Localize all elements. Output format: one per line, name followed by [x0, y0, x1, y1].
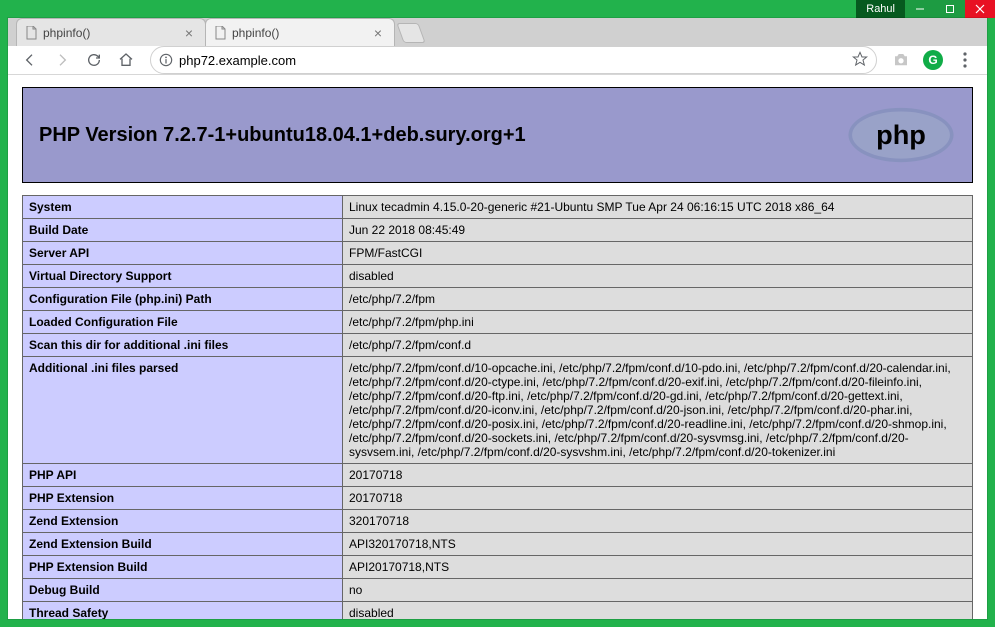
- file-icon: [214, 26, 226, 40]
- phpinfo-header: PHP Version 7.2.7-1+ubuntu18.04.1+deb.su…: [22, 87, 973, 183]
- phpinfo-key: Server API: [23, 242, 343, 265]
- php-version-heading: PHP Version 7.2.7-1+ubuntu18.04.1+deb.su…: [39, 124, 526, 147]
- window-close-button[interactable]: [965, 0, 995, 18]
- phpinfo-key: Scan this dir for additional .ini files: [23, 334, 343, 357]
- phpinfo-value: FPM/FastCGI: [343, 242, 973, 265]
- viewport-wrapper: PHP Version 7.2.7-1+ubuntu18.04.1+deb.su…: [8, 75, 987, 619]
- phpinfo-value: /etc/php/7.2/fpm/conf.d: [343, 334, 973, 357]
- browser-tab-0[interactable]: phpinfo() ×: [16, 18, 206, 46]
- browser-tab-1[interactable]: phpinfo() ×: [205, 18, 395, 46]
- window-titlebar: Rahul: [0, 0, 995, 18]
- table-row: Scan this dir for additional .ini files/…: [23, 334, 973, 357]
- reload-button[interactable]: [80, 46, 108, 74]
- url-host: php72.example.com: [179, 53, 296, 68]
- phpinfo-value: API20170718,NTS: [343, 556, 973, 579]
- phpinfo-value: /etc/php/7.2/fpm/conf.d/10-opcache.ini, …: [343, 357, 973, 464]
- phpinfo-value: disabled: [343, 265, 973, 288]
- phpinfo-value: no: [343, 579, 973, 602]
- tab-close-icon[interactable]: ×: [181, 25, 197, 41]
- page-viewport[interactable]: PHP Version 7.2.7-1+ubuntu18.04.1+deb.su…: [8, 75, 987, 619]
- phpinfo-key: System: [23, 196, 343, 219]
- table-row: Server APIFPM/FastCGI: [23, 242, 973, 265]
- php-logo-icon: php: [846, 106, 956, 164]
- table-row: SystemLinux tecadmin 4.15.0-20-generic #…: [23, 196, 973, 219]
- bookmark-star-icon[interactable]: [852, 51, 868, 70]
- phpinfo-value: /etc/php/7.2/fpm: [343, 288, 973, 311]
- table-row: Thread Safetydisabled: [23, 602, 973, 620]
- phpinfo-key: Configuration File (php.ini) Path: [23, 288, 343, 311]
- phpinfo-key: PHP API: [23, 464, 343, 487]
- phpinfo-key: Thread Safety: [23, 602, 343, 620]
- phpinfo-value: 20170718: [343, 487, 973, 510]
- forward-button[interactable]: [48, 46, 76, 74]
- tab-close-icon[interactable]: ×: [370, 25, 386, 41]
- table-row: Debug Buildno: [23, 579, 973, 602]
- phpinfo-key: Additional .ini files parsed: [23, 357, 343, 464]
- phpinfo-value: 320170718: [343, 510, 973, 533]
- phpinfo-table: SystemLinux tecadmin 4.15.0-20-generic #…: [22, 195, 973, 619]
- phpinfo-value: /etc/php/7.2/fpm/php.ini: [343, 311, 973, 334]
- table-row: PHP Extension BuildAPI20170718,NTS: [23, 556, 973, 579]
- tab-strip: phpinfo() × phpinfo() ×: [8, 18, 987, 46]
- home-button[interactable]: [112, 46, 140, 74]
- table-row: Additional .ini files parsed/etc/php/7.2…: [23, 357, 973, 464]
- phpinfo-key: Debug Build: [23, 579, 343, 602]
- phpinfo-value: 20170718: [343, 464, 973, 487]
- site-info-icon[interactable]: [159, 53, 173, 67]
- browser-toolbar: php72.example.com G: [8, 46, 987, 75]
- window-minimize-button[interactable]: [905, 0, 935, 18]
- phpinfo-key: PHP Extension Build: [23, 556, 343, 579]
- phpinfo-key: Build Date: [23, 219, 343, 242]
- grammarly-extension-icon[interactable]: G: [919, 46, 947, 74]
- screenshot-extension-icon[interactable]: [887, 46, 915, 74]
- user-badge[interactable]: Rahul: [856, 0, 905, 18]
- new-tab-button[interactable]: [396, 23, 425, 43]
- table-row: Zend Extension320170718: [23, 510, 973, 533]
- table-row: Loaded Configuration File/etc/php/7.2/fp…: [23, 311, 973, 334]
- phpinfo-key: PHP Extension: [23, 487, 343, 510]
- address-bar[interactable]: php72.example.com: [150, 46, 877, 74]
- table-row: Zend Extension BuildAPI320170718,NTS: [23, 533, 973, 556]
- tab-title: phpinfo(): [232, 26, 279, 40]
- phpinfo-value: disabled: [343, 602, 973, 620]
- phpinfo-key: Loaded Configuration File: [23, 311, 343, 334]
- table-row: PHP API20170718: [23, 464, 973, 487]
- table-row: Configuration File (php.ini) Path/etc/ph…: [23, 288, 973, 311]
- table-row: PHP Extension20170718: [23, 487, 973, 510]
- phpinfo-key: Virtual Directory Support: [23, 265, 343, 288]
- file-icon: [25, 26, 37, 40]
- browser-window: phpinfo() × phpinfo() ×: [8, 18, 987, 619]
- phpinfo-key: Zend Extension Build: [23, 533, 343, 556]
- table-row: Build DateJun 22 2018 08:45:49: [23, 219, 973, 242]
- phpinfo-value: Linux tecadmin 4.15.0-20-generic #21-Ubu…: [343, 196, 973, 219]
- chrome-menu-button[interactable]: [951, 46, 979, 74]
- phpinfo-value: API320170718,NTS: [343, 533, 973, 556]
- svg-text:php: php: [876, 119, 926, 150]
- window-maximize-button[interactable]: [935, 0, 965, 18]
- tab-title: phpinfo(): [43, 26, 90, 40]
- table-row: Virtual Directory Supportdisabled: [23, 265, 973, 288]
- phpinfo-key: Zend Extension: [23, 510, 343, 533]
- phpinfo-value: Jun 22 2018 08:45:49: [343, 219, 973, 242]
- back-button[interactable]: [16, 46, 44, 74]
